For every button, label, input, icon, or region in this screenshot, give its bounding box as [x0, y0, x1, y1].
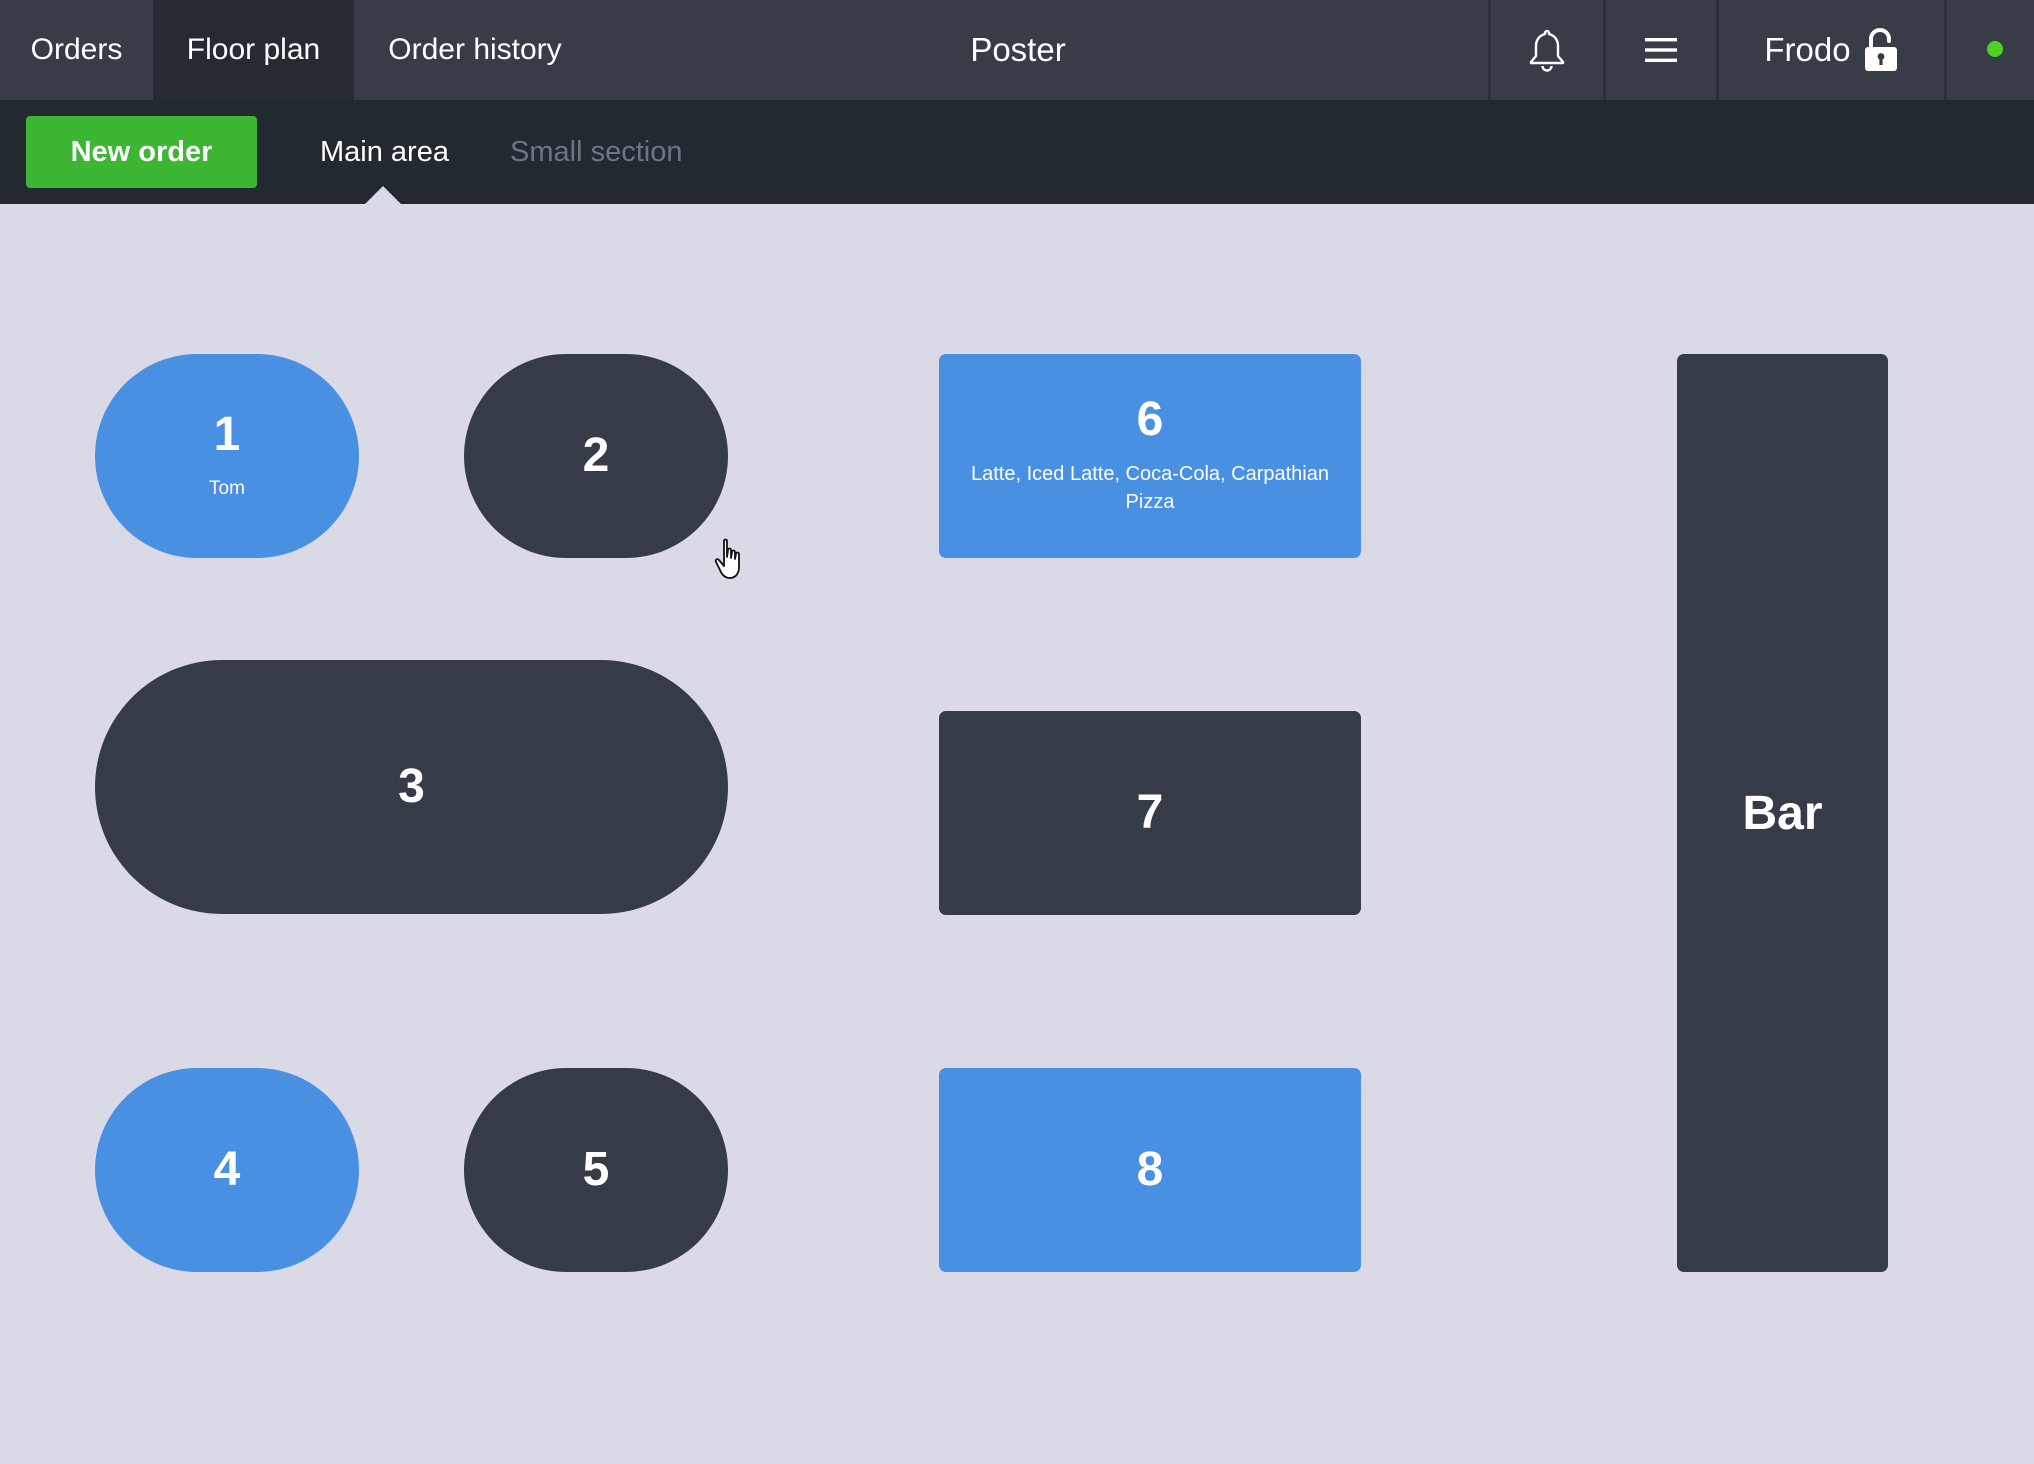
app-title-text: Poster — [970, 31, 1066, 68]
notifications-button[interactable] — [1491, 0, 1603, 100]
new-order-label: New order — [70, 135, 213, 168]
table-number: 5 — [582, 1143, 610, 1196]
table-6[interactable]: 6 Latte, Iced Latte, Coca-Cola, Carpathi… — [939, 354, 1361, 558]
menu-button[interactable] — [1606, 0, 1716, 100]
table-order-items: Latte, Iced Latte, Coca-Cola, Carpathian… — [971, 463, 1329, 513]
app-title: Poster — [870, 0, 1166, 100]
user-lock-button[interactable]: Frodo — [1719, 0, 1944, 100]
area-tab-small-section-label: Small section — [510, 135, 683, 168]
online-status-dot — [1987, 41, 2003, 57]
table-number: 7 — [1136, 786, 1164, 839]
table-7[interactable]: 7 — [939, 711, 1361, 915]
tab-order-history[interactable]: Order history — [354, 0, 596, 100]
table-number: 8 — [1136, 1143, 1164, 1196]
table-8[interactable]: 8 — [939, 1068, 1361, 1272]
tab-order-history-label: Order history — [388, 33, 562, 66]
hand-pointer-cursor-icon — [714, 538, 740, 579]
table-number: 2 — [582, 429, 610, 482]
new-order-button[interactable]: New order — [26, 116, 257, 188]
area-tab-small-section[interactable]: Small section — [510, 116, 682, 188]
table-4[interactable]: 4 — [95, 1068, 359, 1272]
table-number: 1 — [213, 407, 241, 461]
divider — [1944, 0, 1947, 100]
tab-orders[interactable]: Orders — [0, 0, 153, 100]
table-1[interactable]: 1 Tom — [95, 354, 359, 558]
table-2[interactable]: 2 — [464, 354, 728, 558]
active-area-indicator — [365, 186, 401, 204]
area-tab-main-label: Main area — [320, 135, 449, 168]
table-number: 3 — [398, 760, 425, 813]
tab-floor-plan-label: Floor plan — [186, 33, 321, 66]
bar-counter[interactable]: Bar — [1677, 354, 1888, 1272]
top-navigation-bar: Orders Floor plan Order history Poster F… — [0, 0, 2034, 100]
table-number: 4 — [213, 1143, 241, 1196]
table-number: 6 — [1136, 393, 1164, 446]
hamburger-menu-icon — [1645, 38, 1677, 62]
user-name: Frodo — [1764, 31, 1851, 68]
area-tab-main[interactable]: Main area — [320, 116, 449, 188]
table-guest-name: Tom — [209, 477, 245, 499]
table-5[interactable]: 5 — [464, 1068, 728, 1272]
area-toolbar: New order Main area Small section — [0, 100, 2034, 204]
tab-floor-plan[interactable]: Floor plan — [153, 0, 354, 100]
bell-icon — [1529, 29, 1565, 72]
table-3[interactable]: 3 — [95, 660, 728, 914]
unlocked-padlock-icon — [1864, 28, 1897, 71]
bar-label: Bar — [1742, 786, 1823, 840]
tab-orders-label: Orders — [30, 33, 123, 66]
